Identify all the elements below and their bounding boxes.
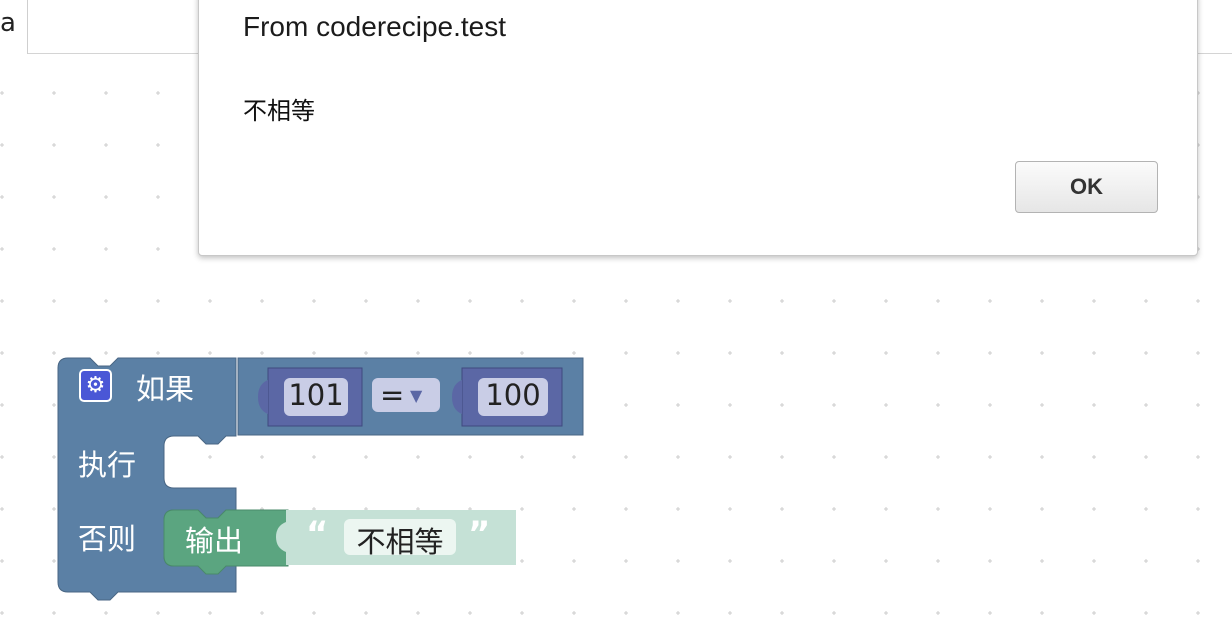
ok-button[interactable]: OK: [1015, 161, 1158, 213]
chevron-down-icon: ▼: [410, 386, 423, 405]
print-label: 输出: [185, 524, 244, 558]
operator-value: =: [380, 378, 405, 412]
left-number-value: 101: [288, 378, 344, 412]
else-label: 否则: [78, 522, 137, 556]
if-label: 如果: [136, 372, 195, 406]
text-value: 不相等: [356, 525, 444, 559]
dialog-title: From coderecipe.test: [243, 11, 506, 42]
text-value-field[interactable]: 不相等: [344, 519, 456, 559]
right-number-value: 100: [485, 378, 541, 412]
gear-icon: ⚙: [85, 373, 106, 398]
dialog-message: 不相等: [243, 97, 315, 125]
mutator-gear-icon[interactable]: ⚙: [79, 369, 112, 402]
right-number-field[interactable]: 100: [478, 378, 548, 416]
open-quote-icon: “: [306, 514, 329, 554]
close-quote-icon: ”: [468, 514, 491, 554]
left-number-field[interactable]: 101: [284, 378, 348, 416]
operator-dropdown[interactable]: = ▼: [372, 378, 440, 412]
do-label: 执行: [78, 448, 137, 482]
alert-dialog: From coderecipe.test 不相等 OK: [198, 0, 1198, 256]
